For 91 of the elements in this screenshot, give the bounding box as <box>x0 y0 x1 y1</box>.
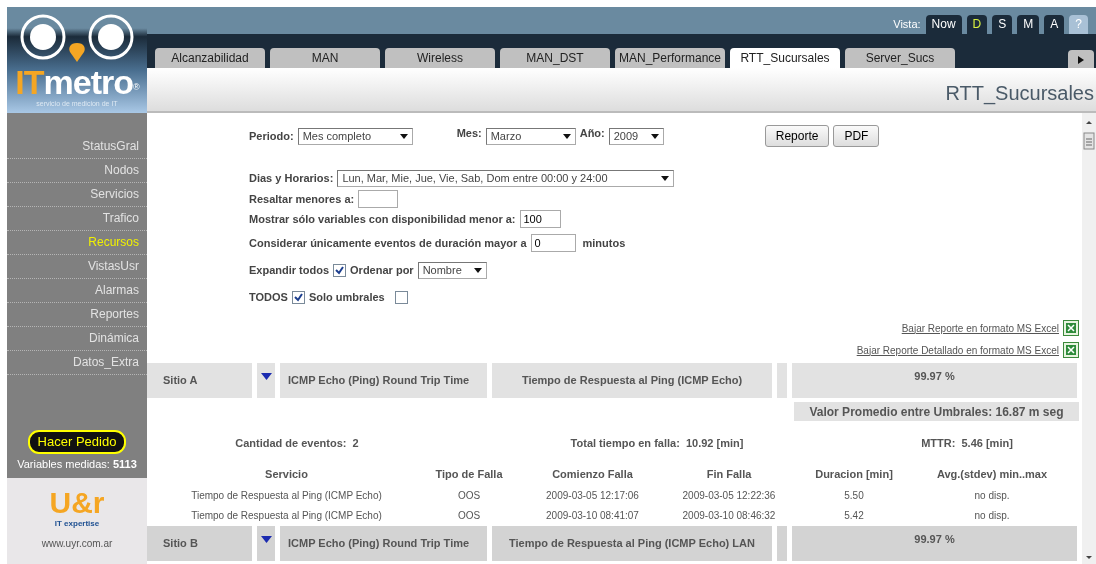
field-label: Mostrar sólo variables con disponibilidad menor a: <box>249 211 516 227</box>
view-button[interactable]: D <box>966 14 988 34</box>
summary-text: Cantidad de eventos: 2 <box>234 436 360 451</box>
field-label: Periodo: <box>249 128 294 144</box>
checkbox-label: Solo umbrales <box>308 289 385 305</box>
table-cell-text: 2009-03-05 12:17:06 <box>545 489 640 503</box>
check-type: ICMP Echo (Ping) Round Trip Time <box>280 526 487 561</box>
table-cell-text: OOS <box>456 509 482 523</box>
scroll-tabs-button[interactable] <box>1068 50 1094 68</box>
field-label: Año: <box>579 126 605 141</box>
table-cell-text: 5.42 <box>843 509 865 523</box>
table-cell-text: Tiempo de Respuesta al Ping (ICMP Echo) <box>190 489 383 503</box>
partner-url: www.uyr.com.ar <box>41 537 113 551</box>
expand-toggle[interactable] <box>257 363 275 398</box>
table-cell-text: OOS <box>456 489 482 503</box>
service-name: Tiempo de Respuesta al Ping (ICMP Echo) LAN <box>492 526 772 561</box>
checkbox[interactable] <box>291 290 305 304</box>
view-button[interactable]: S <box>992 14 1013 34</box>
field-label: Considerar únicamente eventos de duración mayor a <box>249 235 527 251</box>
table-cell-text: Tiempo de Respuesta al Ping (ICMP Echo) <box>190 509 383 523</box>
scrollbar[interactable] <box>1082 113 1096 564</box>
caret-icon[interactable] <box>399 134 408 140</box>
checkbox-label: TODOS <box>249 289 288 305</box>
variables-count-label: Variables medidas: 5113 <box>16 456 138 472</box>
table-cell-text: 5.50 <box>843 489 865 503</box>
service-name: Tiempo de Respuesta al Ping (ICMP Echo) <box>492 363 772 398</box>
tab[interactable]: RTT_Sucursales <box>730 48 840 68</box>
view-button[interactable]: A <box>1044 14 1065 34</box>
checkbox[interactable] <box>394 290 408 304</box>
view-label: Vista: <box>893 16 921 32</box>
summary-text: Total tiempo en falla: 10.92 [min] <box>569 436 745 451</box>
column-header: Comienzo Falla <box>551 466 634 482</box>
caret-icon[interactable] <box>473 268 482 274</box>
caret-icon[interactable] <box>562 134 571 140</box>
input-field[interactable]: 100 <box>519 210 561 228</box>
checkbox[interactable] <box>333 263 347 277</box>
input-field[interactable] <box>358 190 399 208</box>
field-label: Resaltar menores a: <box>249 191 355 207</box>
report-button[interactable]: PDF <box>833 125 880 147</box>
field-label: Mes: <box>456 126 482 141</box>
tab[interactable]: Alcanzabilidad <box>155 48 265 68</box>
report-button[interactable]: Reporte <box>764 125 830 147</box>
tab[interactable]: MAN_DST <box>500 48 610 68</box>
dropdown[interactable]: Marzo <box>485 127 576 145</box>
order-button[interactable]: Hacer Pedido <box>27 430 127 454</box>
view-button[interactable]: Now <box>925 14 962 34</box>
column-header: Fin Falla <box>705 466 753 482</box>
tab[interactable]: MAN <box>270 48 380 68</box>
dropdown[interactable]: Lun, Mar, Mie, Jue, Vie, Sab, Dom entre 00:00 y 24:00 <box>337 169 675 187</box>
caret-icon[interactable] <box>1078 56 1084 65</box>
dropdown[interactable]: 2009 <box>608 127 664 145</box>
summary-text: MTTR: 5.46 [min] <box>920 436 1014 451</box>
table-cell-text: 2009-03-10 08:46:32 <box>681 509 777 523</box>
field-label: Ordenar por <box>350 262 414 278</box>
site-name: Sitio B <box>147 526 252 561</box>
caret-icon[interactable] <box>260 536 272 543</box>
availability-value: 99.97 % <box>792 526 1077 561</box>
column-header: Duracion [min] <box>814 466 894 482</box>
partner-logo: U&r <box>49 488 105 518</box>
download-link[interactable]: Bajar Reporte Detallado en formato MS Excel <box>856 342 1059 358</box>
availability-value: 99.97 % <box>792 363 1077 398</box>
table-cell-text: 2009-03-10 08:41:07 <box>545 509 640 523</box>
caret-icon[interactable] <box>260 373 272 380</box>
tab[interactable]: MAN_Performance <box>615 48 725 68</box>
spreadsheet-icon[interactable] <box>1063 342 1079 358</box>
table-cell-text: no disp. <box>973 489 1011 503</box>
partner-tagline: IT expertise <box>54 518 100 530</box>
spreadsheet-icon[interactable] <box>1063 320 1079 336</box>
tab[interactable]: Wireless <box>385 48 495 68</box>
view-button[interactable]: M <box>1017 14 1040 34</box>
site-name: Sitio A <box>147 363 252 398</box>
column-header: Avg.(stdev) min..max <box>935 466 1049 482</box>
dropdown[interactable]: Mes completo <box>297 127 413 145</box>
input-field[interactable]: 0 <box>530 234 576 252</box>
caret-icon[interactable] <box>650 134 659 140</box>
average-value: Valor Promedio entre Umbrales: 16.87 m seg <box>794 402 1079 421</box>
column-header: Tipo de Falla <box>434 466 504 482</box>
tab[interactable]: Server_Sucs <box>845 48 955 68</box>
dropdown[interactable]: Nombre <box>417 261 487 279</box>
field-label: Dias y Horarios: <box>249 170 334 186</box>
expand-toggle[interactable] <box>257 526 275 561</box>
unit-label: minutos <box>582 235 626 251</box>
caret-icon[interactable] <box>661 176 670 182</box>
download-link[interactable]: Bajar Reporte en formato MS Excel <box>901 320 1059 336</box>
check-type: ICMP Echo (Ping) Round Trip Time <box>280 363 487 398</box>
owl-logo-icon <box>19 13 135 63</box>
checkbox-label: Expandir todos <box>249 262 330 278</box>
table-cell-text: 2009-03-05 12:22:36 <box>681 489 777 503</box>
column-header: Servicio <box>264 466 309 482</box>
brand-logo: ITmetro$^{®}$ <box>15 65 139 99</box>
table-cell-text: no disp. <box>973 509 1011 523</box>
